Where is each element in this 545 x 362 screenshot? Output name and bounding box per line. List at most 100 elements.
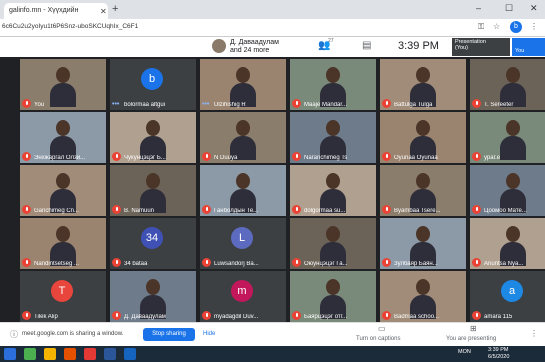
- participant-tile[interactable]: Badmaa schoo...: [380, 271, 466, 322]
- participant-grid: You b ••• bolormaa altgui ••• Ulzihishig R Maa…: [0, 57, 545, 322]
- participant-tile[interactable]: Byambaa Tsere...: [380, 165, 466, 216]
- presentation-sub: (You): [455, 45, 468, 51]
- participant-tile[interactable]: Maaje Mandar...: [290, 59, 376, 110]
- participant-tile[interactable]: Энхжаргал Олзи...: [20, 112, 106, 163]
- participant-avatar: b: [141, 68, 163, 90]
- participant-tile[interactable]: ••• Ulzihishig R: [200, 59, 286, 110]
- stop-sharing-button[interactable]: Stop sharing: [143, 328, 195, 341]
- host-name: Д. Даваадулам: [230, 39, 279, 46]
- participant-head: [236, 173, 250, 189]
- participant-head: [506, 120, 520, 136]
- participant-head: [146, 279, 160, 295]
- file-explorer-icon[interactable]: [44, 348, 56, 360]
- maximize-button[interactable]: ☐: [505, 3, 513, 14]
- close-tab-icon[interactable]: ✕: [100, 7, 107, 16]
- participant-tile[interactable]: N Duuya: [200, 112, 286, 163]
- participant-tile[interactable]: dolgormaa su...: [290, 165, 376, 216]
- participant-tile[interactable]: Ariuntsa Nya...: [470, 218, 545, 269]
- participant-tile[interactable]: L Luwsandorj Ba...: [200, 218, 286, 269]
- participant-tile[interactable]: T. Sereeter: [470, 59, 545, 110]
- participant-video: [50, 226, 76, 266]
- participant-head: [56, 120, 70, 136]
- mic-muted-icon: [292, 311, 301, 320]
- participant-name: Nandintsetseg ...: [34, 261, 80, 267]
- participant-tile[interactable]: 34 34 bataa: [110, 218, 196, 269]
- mic-muted-icon: [472, 205, 481, 214]
- participant-head: [326, 226, 340, 242]
- participant-head: [236, 67, 250, 83]
- participant-tile[interactable]: Oyunaa Oyunaa: [380, 112, 466, 163]
- taskbar-app-icon[interactable]: [24, 348, 36, 360]
- participant-tile[interactable]: Баярцэцэг отг...: [290, 271, 376, 322]
- more-options-icon[interactable]: ⋮: [530, 329, 538, 338]
- participant-tile[interactable]: Оюунцэцэг Га...: [290, 218, 376, 269]
- participant-tile[interactable]: Зулбаяр Баян...: [380, 218, 466, 269]
- key-icon[interactable]: ⚿: [478, 22, 484, 32]
- mic-muted-icon: [202, 205, 211, 214]
- captions-label[interactable]: Turn on captions: [356, 336, 400, 342]
- url-text[interactable]: 6c6Cu2u2yoIyu1t6P6Snz-uboSKCUqhIx_C6F1: [2, 23, 138, 30]
- participant-name: Battulga Tulga: [394, 102, 433, 108]
- participant-tile[interactable]: Nandintsetseg ...: [20, 218, 106, 269]
- participant-name: Ganchimeg Cn...: [34, 208, 80, 214]
- participant-tile[interactable]: Ганболдын Те...: [200, 165, 286, 216]
- minimize-button[interactable]: –: [476, 3, 481, 13]
- taskbar-app-icon[interactable]: [64, 348, 76, 360]
- participant-tile[interactable]: Д. Даваадулам: [110, 271, 196, 322]
- participant-video: [410, 279, 436, 319]
- participant-head: [416, 120, 430, 136]
- tray-time[interactable]: 3:39 PM: [488, 347, 508, 353]
- menu-dots-icon[interactable]: ⋮: [530, 22, 538, 31]
- star-icon[interactable]: ☆: [493, 22, 500, 31]
- self-view-tile[interactable]: You: [512, 38, 545, 56]
- participant-name: Энхжаргал Олзи...: [34, 155, 86, 161]
- taskbar-app-icon[interactable]: [124, 348, 136, 360]
- chrome-icon[interactable]: [84, 348, 96, 360]
- profile-avatar[interactable]: b: [510, 21, 522, 33]
- participant-head: [326, 120, 340, 136]
- word-icon[interactable]: [104, 348, 116, 360]
- presentation-tile[interactable]: Presentation (You): [452, 38, 510, 56]
- mic-muted-icon: [22, 258, 31, 267]
- tray-date[interactable]: 6/5/2020: [488, 354, 509, 360]
- participant-tile[interactable]: b ••• bolormaa altgui: [110, 59, 196, 110]
- participant-tile[interactable]: Battulga Tulga: [380, 59, 466, 110]
- participant-name: Byambaa Tsere...: [394, 208, 441, 214]
- start-icon[interactable]: [4, 348, 16, 360]
- participant-video: [410, 67, 436, 107]
- present-icon[interactable]: ⊞: [470, 324, 477, 333]
- participant-avatar: 34: [141, 227, 163, 249]
- participant-name: Цоомоо Мате...: [484, 208, 527, 214]
- participant-video: [50, 173, 76, 213]
- new-tab-button[interactable]: +: [112, 3, 118, 15]
- participant-head: [416, 279, 430, 295]
- participant-tile[interactable]: Цоомоо Мате...: [470, 165, 545, 216]
- participants-summary[interactable]: Д. Даваадулам and 24 more: [230, 39, 279, 55]
- participant-head: [236, 120, 250, 136]
- participant-name: amara 115: [484, 314, 513, 320]
- close-window-button[interactable]: ✕: [530, 3, 538, 14]
- captions-icon[interactable]: ▭: [378, 324, 386, 333]
- participant-head: [506, 226, 520, 242]
- browser-tab[interactable]: galinfo.mn - Хүүхдийн ✕: [4, 3, 108, 19]
- participant-tile[interactable]: Чукунцэцэг Б...: [110, 112, 196, 163]
- address-bar[interactable]: 6c6Cu2u2yoIyu1t6P6Snz-uboSKCUqhIx_C6F1 ⚿…: [0, 19, 545, 37]
- sharing-message: meet.google.com is sharing a window.: [22, 331, 124, 337]
- participant-head: [416, 67, 430, 83]
- presenting-label[interactable]: You are presenting: [446, 336, 496, 342]
- participant-tile[interactable]: Ganchimeg Cn...: [20, 165, 106, 216]
- participant-tile[interactable]: m myadagdil Duv...: [200, 271, 286, 322]
- participant-tile[interactable]: T Tilek Alip: [20, 271, 106, 322]
- language-indicator[interactable]: MON: [458, 349, 471, 355]
- participant-name: Badmaa schoo...: [394, 314, 440, 320]
- chat-icon[interactable]: ▤: [362, 40, 371, 51]
- mic-muted-icon: [292, 258, 301, 267]
- participant-avatar: m: [231, 280, 253, 302]
- participant-tile[interactable]: ураг.е: [470, 112, 545, 163]
- participant-tile[interactable]: B. Namuun: [110, 165, 196, 216]
- participant-tile[interactable]: You: [20, 59, 106, 110]
- participant-tile[interactable]: Naranchimeg Ts: [290, 112, 376, 163]
- hide-button[interactable]: Hide: [203, 331, 215, 337]
- participant-tile[interactable]: a amara 115: [470, 271, 545, 322]
- others-count: and 24 more: [230, 47, 270, 54]
